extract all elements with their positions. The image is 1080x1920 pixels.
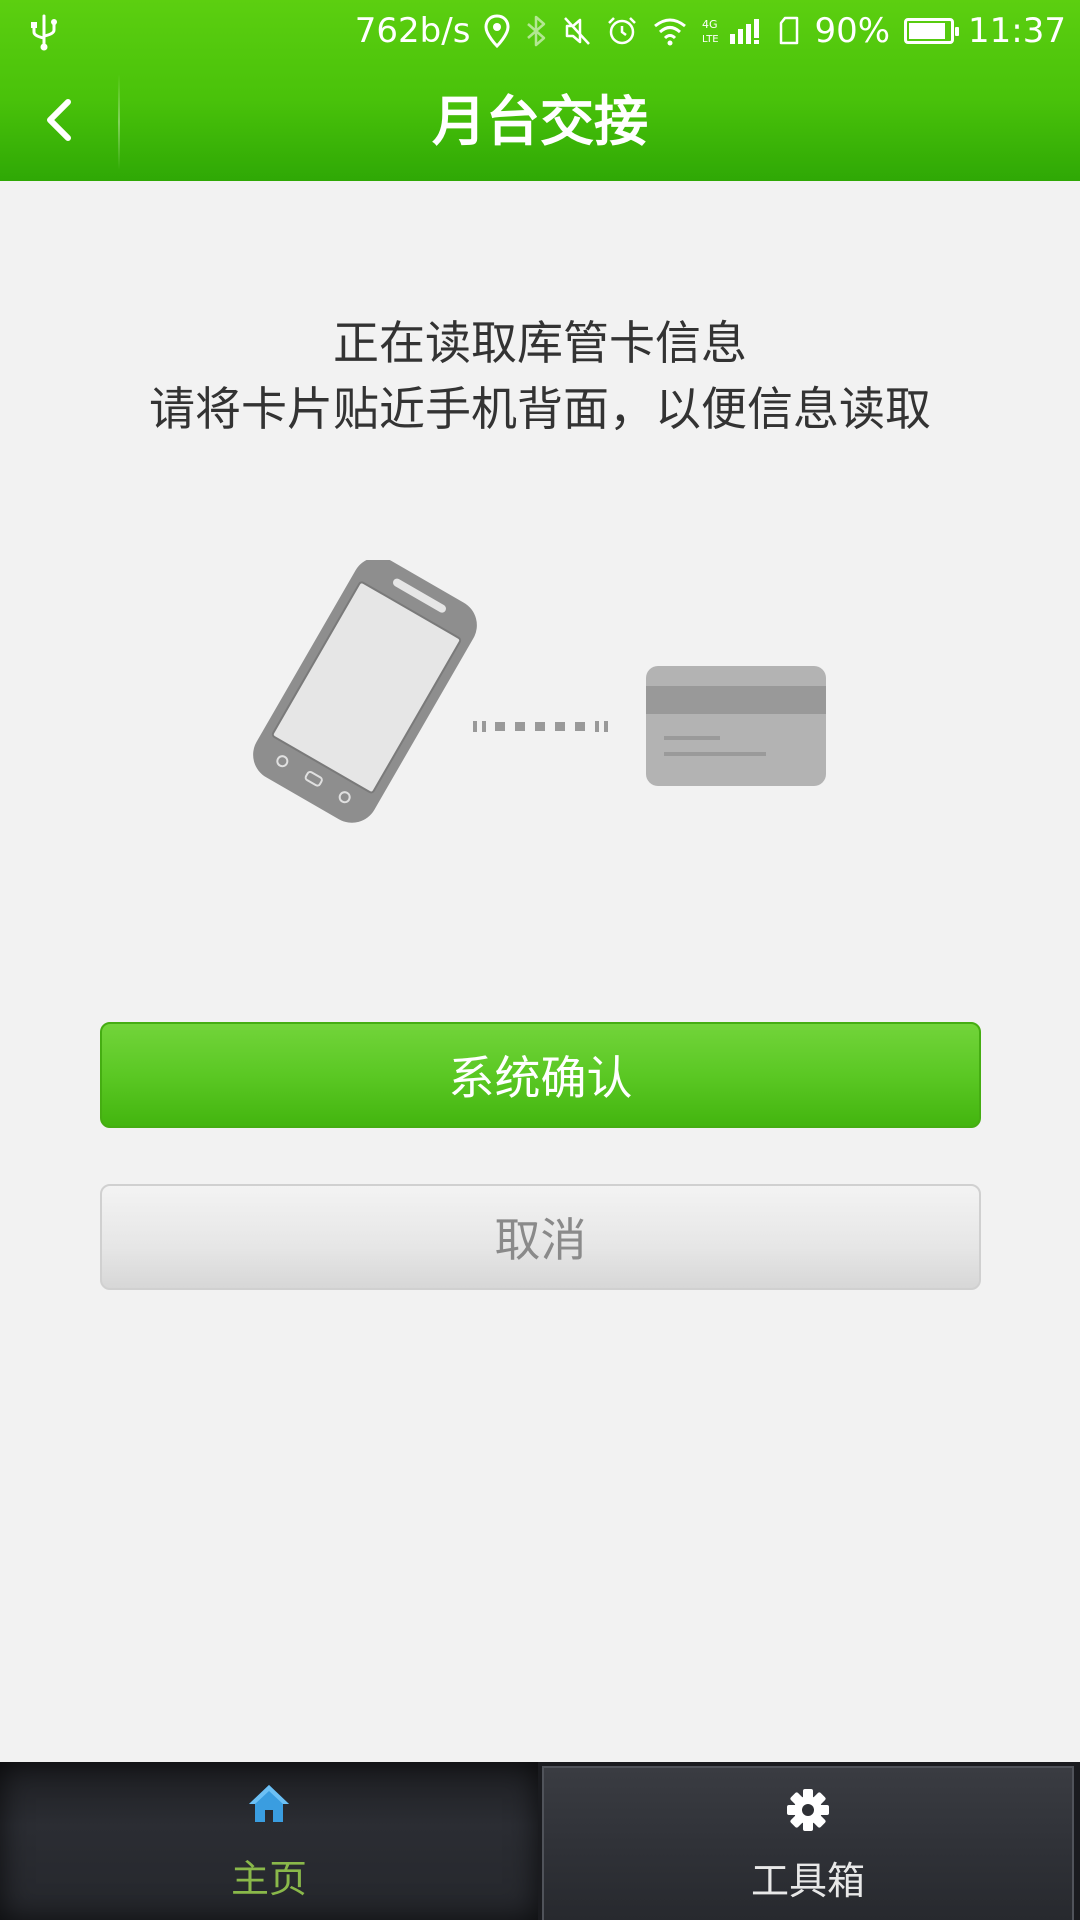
battery-icon — [904, 18, 960, 44]
status-icons: 762b/s 4G LTE 90% 11:37 — [355, 8, 1066, 54]
phone-icon — [253, 557, 477, 823]
tab-home[interactable]: 主页 — [0, 1762, 538, 1920]
dotted-connector — [473, 721, 608, 732]
sim-icon — [778, 16, 800, 46]
top-bar: 762b/s 4G LTE 90% 11:37 月台交接 — [0, 0, 1080, 181]
svg-text:4G: 4G — [702, 18, 718, 31]
svg-text:LTE: LTE — [702, 34, 719, 45]
instruction-text: 正在读取库管卡信息 请将卡片贴近手机背面，以便信息读取 — [0, 310, 1080, 442]
signal-icon: 4G LTE — [702, 16, 764, 46]
mute-icon — [562, 15, 592, 47]
gear-icon — [786, 1788, 830, 1832]
title-divider — [118, 74, 120, 170]
status-time: 11:37 — [968, 11, 1066, 51]
battery-level — [909, 23, 946, 39]
tab-toolbox-label: 工具箱 — [750, 1859, 865, 1903]
confirm-button[interactable]: 系统确认 — [100, 1022, 981, 1128]
screen: 762b/s 4G LTE 90% 11:37 月台交接 正在读取库管卡信息 请… — [0, 0, 1080, 1920]
tab-home-label: 主页 — [230, 1857, 307, 1901]
usb-icon — [26, 12, 62, 52]
page-title: 月台交接 — [432, 90, 648, 153]
instruction-line-2: 请将卡片贴近手机背面，以便信息读取 — [149, 382, 931, 436]
battery-percent: 90% — [814, 11, 891, 51]
back-button[interactable] — [0, 62, 118, 181]
wifi-icon — [652, 16, 688, 46]
status-bar: 762b/s 4G LTE 90% 11:37 — [0, 0, 1080, 62]
tab-toolbox[interactable]: 工具箱 — [542, 1766, 1074, 1920]
alarm-icon — [606, 15, 638, 47]
instruction-line-1: 正在读取库管卡信息 — [333, 316, 747, 370]
bottom-nav: 主页 工具箱 — [0, 1762, 1080, 1920]
title-bar: 月台交接 — [0, 62, 1080, 181]
bluetooth-icon — [524, 14, 548, 48]
location-icon — [484, 14, 510, 48]
card-icon — [646, 666, 826, 786]
chevron-left-icon — [42, 98, 76, 146]
cancel-button[interactable]: 取消 — [100, 1184, 981, 1290]
home-icon — [247, 1782, 291, 1826]
nfc-illustration — [240, 557, 840, 860]
network-speed: 762b/s — [354, 11, 471, 51]
